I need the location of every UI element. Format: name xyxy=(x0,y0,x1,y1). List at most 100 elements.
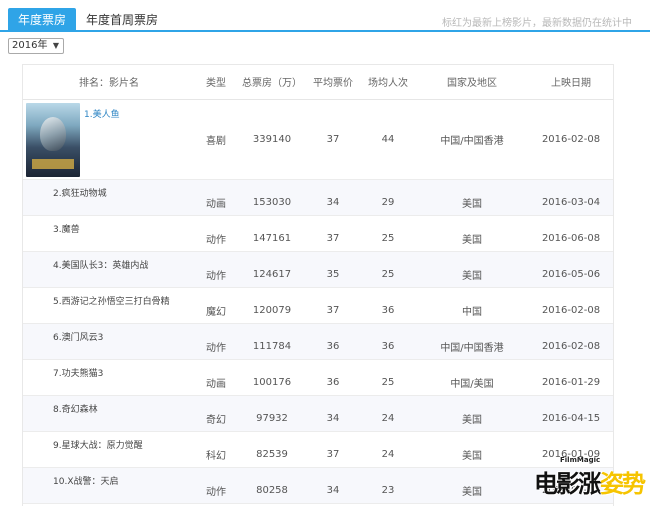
column-header-attendance: 场均人次 xyxy=(359,65,417,100)
date-cell: 2016-02-08 xyxy=(527,99,613,180)
gross-cell: 339140 xyxy=(237,99,307,180)
table-row: 5.西游记之孙悟空三打白骨精 魔幻 120079 37 36 中国 2016-0… xyxy=(23,287,613,324)
attendance-cell: 24 xyxy=(359,395,417,432)
region-cell: 美国 xyxy=(417,431,527,468)
column-header-genre: 类型 xyxy=(195,65,237,100)
column-header-gross: 总票房（万） xyxy=(237,65,307,100)
price-cell: 37 xyxy=(307,99,359,180)
attendance-cell: 36 xyxy=(359,287,417,324)
gross-cell: 124617 xyxy=(237,251,307,288)
region-cell: 美国 xyxy=(417,395,527,432)
movie-title[interactable]: 9.星球大战：原力觉醒 xyxy=(23,431,195,468)
date-cell: 2016-03-04 xyxy=(527,179,613,216)
genre-cell: 动作 xyxy=(195,251,237,288)
genre-cell: 动画 xyxy=(195,359,237,396)
attendance-cell: 44 xyxy=(359,99,417,180)
region-cell: 美国 xyxy=(417,179,527,216)
price-cell: 34 xyxy=(307,395,359,432)
attendance-cell: 36 xyxy=(359,323,417,360)
price-cell: 37 xyxy=(307,287,359,324)
attendance-cell: 25 xyxy=(359,359,417,396)
table-row: 10.X战警：天启 动作 80258 34 23 美国 2016-06-03 xyxy=(23,467,613,504)
gross-cell: 100176 xyxy=(237,359,307,396)
gross-cell: 147161 xyxy=(237,215,307,252)
movie-cell: 1.美人鱼 xyxy=(23,99,195,180)
region-cell: 中国/中国香港 xyxy=(417,99,527,180)
column-header-region: 国家及地区 xyxy=(417,65,527,100)
region-cell: 美国 xyxy=(417,215,527,252)
price-cell: 34 xyxy=(307,179,359,216)
gross-cell: 153030 xyxy=(237,179,307,216)
region-cell: 中国/美国 xyxy=(417,359,527,396)
movie-title[interactable]: 10.X战警：天启 xyxy=(23,467,195,504)
table-row: 4.美国队长3：英雄内战 动作 124617 35 25 美国 2016-05-… xyxy=(23,251,613,288)
genre-cell: 魔幻 xyxy=(195,287,237,324)
attendance-cell: 29 xyxy=(359,179,417,216)
genre-cell: 动作 xyxy=(195,467,237,504)
table-row: 2.疯狂动物城 动画 153030 34 29 美国 2016-03-04 xyxy=(23,179,613,216)
movie-title[interactable]: 7.功夫熊猫3 xyxy=(23,359,195,396)
year-select[interactable]: 2016年 ▼ xyxy=(8,38,64,54)
table-row: 6.澳门风云3 动作 111784 36 36 中国/中国香港 2016-02-… xyxy=(23,323,613,360)
genre-cell: 动作 xyxy=(195,215,237,252)
column-header-release-date: 上映日期 xyxy=(527,65,613,100)
genre-cell: 动画 xyxy=(195,179,237,216)
attendance-cell: 25 xyxy=(359,251,417,288)
watermark-text: 电影涨姿势 xyxy=(534,464,646,499)
price-cell: 35 xyxy=(307,251,359,288)
gross-cell: 97932 xyxy=(237,395,307,432)
table-row: 9.星球大战：原力觉醒 科幻 82539 37 24 美国 2016-01-09 xyxy=(23,431,613,468)
price-cell: 37 xyxy=(307,431,359,468)
movie-title[interactable]: 5.西游记之孙悟空三打白骨精 xyxy=(23,287,195,324)
date-cell: 2016-01-29 xyxy=(527,359,613,396)
region-cell: 美国 xyxy=(417,251,527,288)
legend-hint: 标红为最新上榜影片，最新数据仍在统计中 xyxy=(442,18,632,29)
column-header-rank-title: 排名：影片名 xyxy=(23,65,195,100)
movie-title[interactable]: 4.美国队长3：英雄内战 xyxy=(23,251,195,288)
price-cell: 36 xyxy=(307,359,359,396)
tab-bar: 年度票房 年度首周票房 标红为最新上榜影片，最新数据仍在统计中 xyxy=(0,0,650,32)
gross-cell: 82539 xyxy=(237,431,307,468)
price-cell: 37 xyxy=(307,215,359,252)
year-select-value: 2016年 xyxy=(12,40,48,51)
genre-cell: 喜剧 xyxy=(195,99,237,180)
date-cell: 2016-04-15 xyxy=(527,395,613,432)
movie-title[interactable]: 2.疯狂动物城 xyxy=(23,179,195,216)
attendance-cell: 23 xyxy=(359,467,417,504)
watermark-text-accent: 姿势 xyxy=(600,470,646,498)
tab-annual-first-week-box-office[interactable]: 年度首周票房 xyxy=(76,8,168,32)
genre-cell: 科幻 xyxy=(195,431,237,468)
table-row: 1.美人鱼 喜剧 339140 37 44 中国/中国香港 2016-02-08 xyxy=(23,99,613,180)
date-cell: 2016-05-06 xyxy=(527,251,613,288)
attendance-cell: 25 xyxy=(359,215,417,252)
movie-title[interactable]: 8.奇幻森林 xyxy=(23,395,195,432)
column-header-avg-price: 平均票价 xyxy=(307,65,359,100)
tab-annual-box-office[interactable]: 年度票房 xyxy=(8,8,77,32)
movie-title[interactable]: 3.魔兽 xyxy=(23,215,195,252)
attendance-cell: 24 xyxy=(359,431,417,468)
price-cell: 36 xyxy=(307,323,359,360)
date-cell: 2016-02-08 xyxy=(527,287,613,324)
region-cell: 美国 xyxy=(417,467,527,504)
watermark-small-text: FilmMagic xyxy=(560,456,601,464)
date-cell: 2016-06-08 xyxy=(527,215,613,252)
movie-title[interactable]: 6.澳门风云3 xyxy=(23,323,195,360)
genre-cell: 奇幻 xyxy=(195,395,237,432)
table-row: 7.功夫熊猫3 动画 100176 36 25 中国/美国 2016-01-29 xyxy=(23,359,613,396)
watermark-text-main: 电影涨 xyxy=(534,470,602,498)
price-cell: 34 xyxy=(307,467,359,504)
genre-cell: 动作 xyxy=(195,323,237,360)
date-cell: 2016-02-08 xyxy=(527,323,613,360)
table-header: 排名：影片名 类型 总票房（万） 平均票价 场均人次 国家及地区 上映日期 xyxy=(23,65,613,100)
movie-title-link[interactable]: 1.美人鱼 xyxy=(84,103,120,120)
table-row: 3.魔兽 动作 147161 37 25 美国 2016-06-08 xyxy=(23,215,613,252)
movie-poster-image[interactable] xyxy=(26,102,80,177)
gross-cell: 111784 xyxy=(237,323,307,360)
region-cell: 中国/中国香港 xyxy=(417,323,527,360)
region-cell: 中国 xyxy=(417,287,527,324)
table-row: 8.奇幻森林 奇幻 97932 34 24 美国 2016-04-15 xyxy=(23,395,613,432)
gross-cell: 80258 xyxy=(237,467,307,504)
chevron-down-icon: ▼ xyxy=(52,41,59,50)
gross-cell: 120079 xyxy=(237,287,307,324)
box-office-table: 排名：影片名 类型 总票房（万） 平均票价 场均人次 国家及地区 上映日期 1.… xyxy=(22,64,614,506)
